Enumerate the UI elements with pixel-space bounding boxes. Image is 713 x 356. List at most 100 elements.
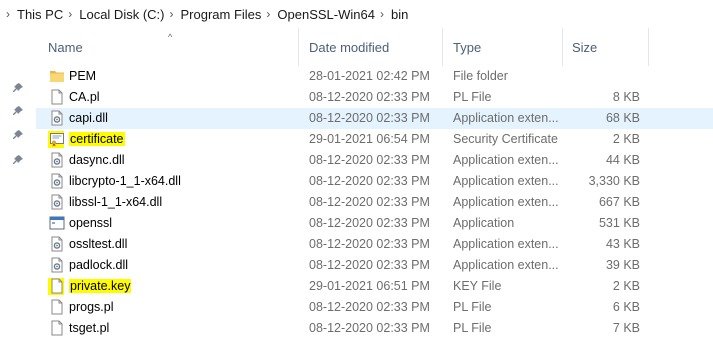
file-size: 68 KB [605,111,640,125]
file-name-text: certificate [69,132,125,146]
file-name: PEM [69,66,96,87]
chevron-right-icon[interactable]: › [64,7,78,21]
file-row[interactable]: capi.dll 08-12-2020 02:33 PM Application e… [36,108,713,129]
file-icon [49,89,65,106]
file-type: File folder [453,69,508,83]
file-date: 08-12-2020 02:33 PM [309,90,430,104]
file-type: Security Certificate [453,132,558,146]
folder-icon [49,68,65,85]
breadcrumb-this-pc[interactable]: This PC [16,7,64,22]
file-row[interactable]: libssl-1_1-x64.dll 08-12-2020 02:33 PM App… [36,192,713,213]
file-name: openssl [69,213,112,234]
dll-icon [49,194,65,211]
file-size: 6 KB [612,300,640,314]
file-type: Application exten... [453,174,559,188]
chevron-right-icon[interactable]: › [0,7,16,21]
file-row[interactable]: dasync.dll 08-12-2020 02:33 PM Application… [36,150,713,171]
file-type: Application exten... [453,258,559,272]
file-name: padlock.dll [69,255,128,276]
file-icon [48,278,65,295]
file-date: 29-01-2021 06:54 PM [309,132,430,146]
dll-icon [49,173,65,190]
pin-icon [12,82,24,94]
file-size [566,66,640,87]
file-row[interactable]: openssl 08-12-2020 02:33 PM Application 531… [36,213,713,234]
file-type: KEY File [453,279,502,293]
file-date: 08-12-2020 02:33 PM [309,153,430,167]
file-type: Application exten... [453,195,559,209]
column-header-size[interactable]: Size [563,28,649,66]
column-header-type[interactable]: Type [443,28,563,66]
file-date: 08-12-2020 02:33 PM [309,321,430,335]
breadcrumb: › This PC › Local Disk (C:) › Program Fi… [0,0,713,28]
file-name: progs.pl [69,297,113,318]
file-row[interactable]: progs.pl 08-12-2020 02:33 PM PL File 6 KB [36,297,713,318]
file-name-text: libssl-1_1-x64.dll [69,195,163,209]
dll-icon [49,110,65,127]
column-header-name[interactable]: Name [36,28,299,66]
file-type: Application [453,216,515,230]
file-name-text: ossltest.dll [69,237,128,251]
breadcrumb-program-files[interactable]: Program Files [179,7,262,22]
file-size: 8 KB [612,90,640,104]
file-row[interactable]: CA.pl 08-12-2020 02:33 PM PL File 8 KB [36,87,713,108]
file-name-text: capi.dll [69,111,108,125]
file-name-text: padlock.dll [69,258,129,272]
file-date: 08-12-2020 02:33 PM [309,195,430,209]
file-name-text: private.key [69,279,132,293]
dll-icon [49,152,65,169]
quick-access-pins [0,28,36,356]
file-size: 2 KB [612,279,640,293]
chevron-right-icon[interactable]: › [376,7,390,21]
chevron-right-icon[interactable]: › [165,7,179,21]
file-name: private.key [69,276,132,297]
chevron-right-icon[interactable]: › [262,7,276,21]
file-date: 29-01-2021 06:51 PM [309,279,430,293]
file-row[interactable]: PEM 28-01-2021 02:42 PM File folder [36,66,713,87]
column-header-date-label: Date modified [309,39,390,55]
file-list: PEM 28-01-2021 02:42 PM File folder CA.pl 08… [36,66,713,339]
column-header-date[interactable]: Date modified [299,28,443,66]
file-name-text: progs.pl [69,300,114,314]
file-icon [49,299,65,316]
breadcrumb-local-disk[interactable]: Local Disk (C:) [78,7,165,22]
file-row[interactable]: libcrypto-1_1-x64.dll 08-12-2020 02:33 PM… [36,171,713,192]
file-row[interactable]: certificate 29-01-2021 06:54 PM Security C… [36,129,713,150]
pin-icon [12,154,24,166]
file-row[interactable]: ossltest.dll 08-12-2020 02:33 PM Applicati… [36,234,713,255]
file-row[interactable]: padlock.dll 08-12-2020 02:33 PM Applicatio… [36,255,713,276]
file-name: libssl-1_1-x64.dll [69,192,162,213]
file-name-text: dasync.dll [69,153,125,167]
file-size: 2 KB [612,132,640,146]
file-name: certificate [69,129,125,150]
file-size: 39 KB [605,258,640,272]
file-date: 08-12-2020 02:33 PM [309,300,430,314]
dll-icon [49,257,65,274]
file-type: Application exten... [453,111,559,125]
file-type: PL File [453,321,492,335]
file-size: 7 KB [612,321,640,335]
file-name: ossltest.dll [69,234,127,255]
pin-icon [12,129,24,141]
file-name: CA.pl [69,87,100,108]
file-date: 28-01-2021 02:42 PM [309,69,430,83]
file-size: 667 KB [598,195,640,209]
file-row[interactable]: tsget.pl 08-12-2020 02:33 PM PL File 7 KB [36,318,713,339]
file-type: Application exten... [453,237,559,251]
file-size: 44 KB [605,153,640,167]
file-size: 43 KB [605,237,640,251]
column-header-name-label: Name [48,39,83,55]
file-row[interactable]: private.key 29-01-2021 06:51 PM KEY File 2 … [36,276,713,297]
file-type: PL File [453,90,492,104]
dll-icon [49,236,65,253]
file-type: Application exten... [453,153,559,167]
file-name: dasync.dll [69,150,125,171]
file-icon [49,320,65,337]
file-type: PL File [453,300,492,314]
column-header-type-label: Type [453,39,482,55]
breadcrumb-openssl[interactable]: OpenSSL-Win64 [276,7,376,22]
breadcrumb-bin[interactable]: bin [390,7,409,22]
file-name-text: openssl [69,216,113,230]
file-date: 08-12-2020 02:33 PM [309,258,430,272]
file-date: 08-12-2020 02:33 PM [309,111,430,125]
